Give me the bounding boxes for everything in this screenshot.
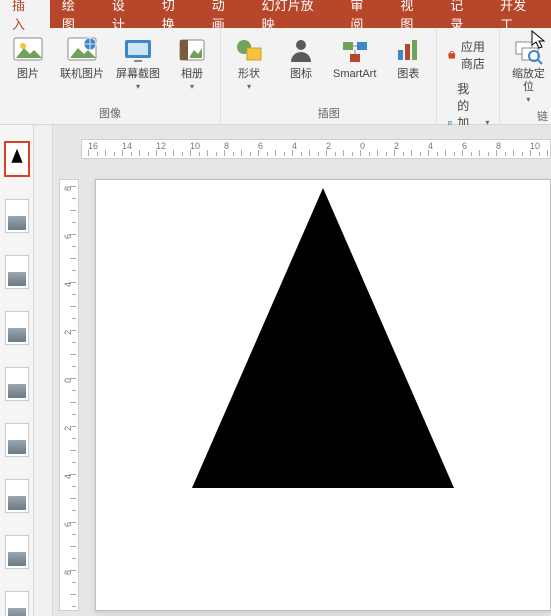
image-icon <box>8 440 26 454</box>
triangle-icon <box>10 146 24 166</box>
slide-thumbnail[interactable] <box>5 199 29 233</box>
tab-design[interactable]: 设计 <box>100 0 150 28</box>
ruler-tick-label: 10 <box>530 141 540 151</box>
btn-picture[interactable]: 图片 <box>4 32 52 83</box>
tab-draw[interactable]: 绘图 <box>50 0 100 28</box>
shapes-icon <box>233 34 265 66</box>
btn-smartart[interactable]: SmartArt <box>329 32 380 83</box>
ruler-tick-label: 10 <box>190 141 200 151</box>
btn-album-label: 相册 <box>181 68 203 81</box>
chevron-down-icon: ▾ <box>526 95 530 104</box>
group-images-label: 图像 <box>99 103 121 124</box>
image-icon <box>8 272 26 286</box>
ruler-horizontal: 1614121086420246810 <box>81 139 551 159</box>
btn-screenshot-label: 屏幕截图 <box>116 68 160 81</box>
ruler-tick-label: 14 <box>122 141 132 151</box>
ribbon-tabbar: 插入 绘图 设计 切换 动画 幻灯片放映 审阅 视图 记录 开发工 <box>0 0 551 28</box>
image-icon <box>8 216 26 230</box>
slide-thumbnail[interactable] <box>5 479 29 513</box>
tab-transitions[interactable]: 切换 <box>150 0 200 28</box>
group-images: 图片 联机图片 屏幕截图 ▾ <box>0 28 221 124</box>
btn-album[interactable]: 相册 ▾ <box>168 32 216 93</box>
picture-icon <box>12 34 44 66</box>
slide-thumbnail[interactable] <box>5 367 29 401</box>
slide-canvas[interactable] <box>95 179 551 611</box>
zoom-icon <box>512 34 544 66</box>
chart-icon <box>392 34 424 66</box>
group-links-label: 链 <box>537 106 548 127</box>
btn-shapes[interactable]: 形状 ▾ <box>225 32 273 93</box>
tab-developer[interactable]: 开发工 <box>488 0 551 28</box>
tab-record[interactable]: 记录 <box>438 0 488 28</box>
tab-slideshow[interactable]: 幻灯片放映 <box>250 0 339 28</box>
image-icon <box>8 496 26 510</box>
thumbnail-scrollbar[interactable] <box>34 125 53 616</box>
slide-thumbnail[interactable] <box>4 141 30 177</box>
btn-zoom-label: 缩放定位 <box>508 68 548 94</box>
ruler-tick-label: 16 <box>88 141 98 151</box>
btn-icons-label: 图标 <box>290 68 312 81</box>
ruler-vertical: 864202468 <box>59 179 79 611</box>
image-icon <box>8 552 26 566</box>
group-links: 缩放定位 ▾ 超 链 <box>500 28 551 124</box>
btn-smartart-label: SmartArt <box>333 68 376 81</box>
btn-icons[interactable]: 图标 <box>277 32 325 83</box>
chevron-down-icon: ▾ <box>136 82 140 91</box>
slide-thumbnail-pane[interactable] <box>0 125 34 616</box>
btn-online-picture[interactable]: 联机图片 <box>56 32 108 83</box>
slide-thumbnail[interactable] <box>5 535 29 569</box>
btn-store[interactable]: 应用商店 <box>443 36 493 74</box>
slide-edit-area: 1614121086420246810 864202468 <box>53 125 551 616</box>
btn-chart[interactable]: 图表 <box>384 32 432 83</box>
group-illustrations: 形状 ▾ 图标 SmartArt <box>221 28 437 124</box>
image-icon <box>8 608 26 616</box>
btn-store-label: 应用商店 <box>461 38 490 72</box>
slide-thumbnail[interactable] <box>5 255 29 289</box>
ruler-tick-label: 12 <box>156 141 166 151</box>
image-icon <box>8 384 26 398</box>
btn-screenshot[interactable]: 屏幕截图 ▾ <box>112 32 164 93</box>
tab-view[interactable]: 视图 <box>388 0 438 28</box>
tab-review[interactable]: 审阅 <box>338 0 388 28</box>
store-icon <box>447 47 457 63</box>
btn-chart-label: 图表 <box>397 68 419 81</box>
image-icon <box>8 328 26 342</box>
group-addins: 应用商店 我的加载项 ▾ 加载项 <box>437 28 500 124</box>
icons-icon <box>285 34 317 66</box>
btn-picture-label: 图片 <box>17 68 39 81</box>
smartart-icon <box>339 34 371 66</box>
tab-animations[interactable]: 动画 <box>200 0 250 28</box>
ribbon: 图片 联机图片 屏幕截图 ▾ <box>0 28 551 125</box>
slide-thumbnail[interactable] <box>5 591 29 616</box>
tab-insert[interactable]: 插入 <box>0 0 50 28</box>
btn-online-picture-label: 联机图片 <box>60 68 104 81</box>
btn-zoom[interactable]: 缩放定位 ▾ <box>504 32 551 106</box>
slide-thumbnail[interactable] <box>5 423 29 457</box>
online-picture-icon <box>66 34 98 66</box>
slide-thumbnail[interactable] <box>5 311 29 345</box>
workspace: 1614121086420246810 864202468 <box>0 125 551 616</box>
album-icon <box>176 34 208 66</box>
btn-shapes-label: 形状 <box>238 68 260 81</box>
chevron-down-icon: ▾ <box>247 82 251 91</box>
screenshot-icon <box>122 34 154 66</box>
chevron-down-icon: ▾ <box>190 82 194 91</box>
group-illustrations-label: 插图 <box>318 103 340 124</box>
shape-triangle[interactable] <box>192 188 454 488</box>
